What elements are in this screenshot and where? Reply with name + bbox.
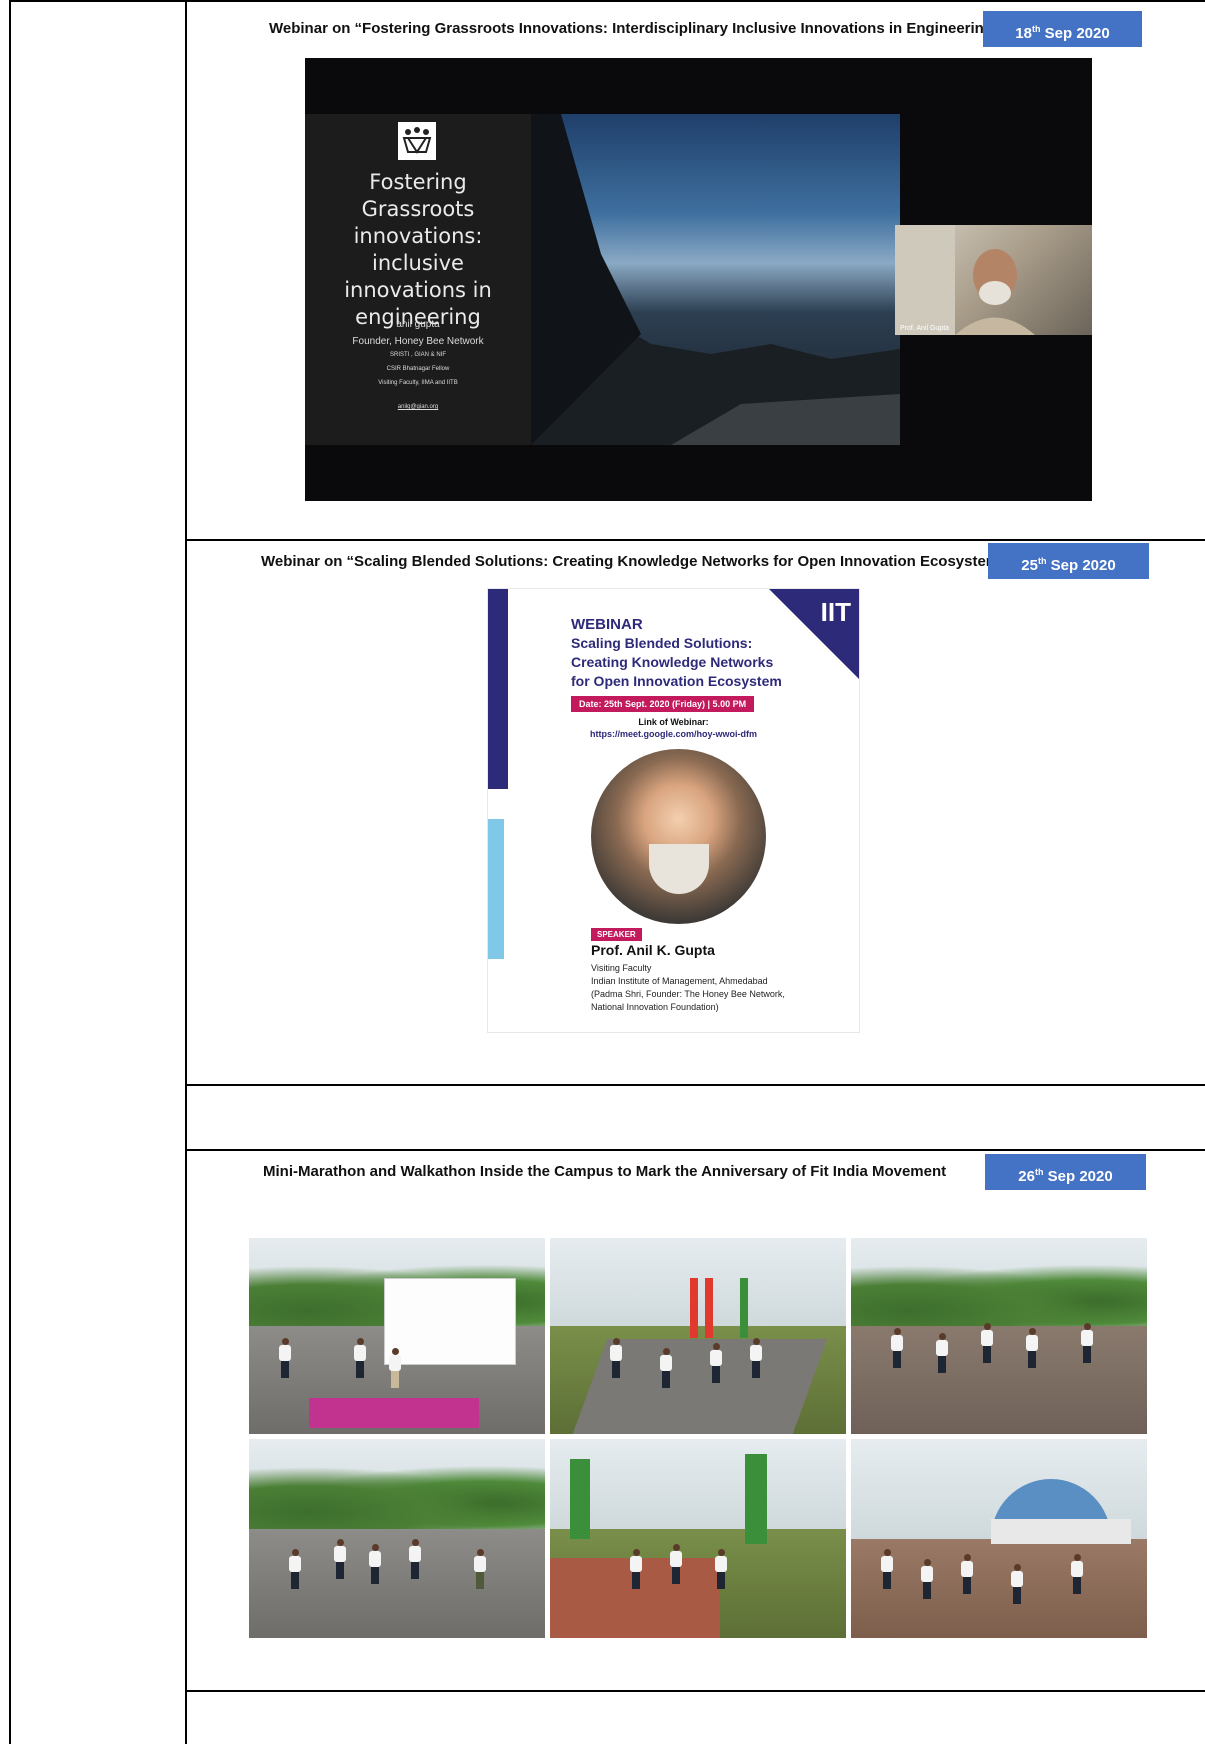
event-photo <box>550 1238 846 1434</box>
date-rest: Sep 2020 <box>1046 557 1116 574</box>
event-caption: Webinar on “Scaling Blended Solutions: C… <box>261 553 1007 570</box>
row-divider <box>185 1084 1205 1086</box>
event-date-badge: 25th Sep 2020 <box>988 543 1149 579</box>
speaker-beard <box>649 844 709 894</box>
slide-presenter: anil gupta <box>396 319 440 330</box>
slide-landscape-photo <box>531 114 900 445</box>
event-caption: Webinar on “Fostering Grassroots Innovat… <box>269 20 1001 37</box>
event-caption: Mini-Marathon and Walkathon Inside the C… <box>263 1163 947 1180</box>
poster-link: https://meet.google.com/hoy-wwoi-dfm <box>590 729 757 739</box>
slide-affiliation: SRISTI , GIAN & NIF <box>389 352 446 358</box>
speaker-photo <box>591 749 766 924</box>
webinar-poster: IIT WEBINAR Scaling Blended Solutions: C… <box>487 588 860 1033</box>
event-photo <box>249 1439 545 1638</box>
table-border-top <box>9 0 1205 2</box>
event-photo <box>249 1238 545 1434</box>
poster-link-label: Link of Webinar: <box>638 717 709 727</box>
event-date-badge: 18th Sep 2020 <box>983 11 1142 47</box>
slide-email: anilg@gian.org <box>397 404 439 410</box>
honey-bee-logo-icon <box>398 122 436 160</box>
slide-title: Fostering Grassroots innovations: inclus… <box>344 170 492 329</box>
slide-text-panel: Fostering Grassroots innovations: inclus… <box>305 114 531 445</box>
poster-title: Scaling Blended Solutions: Creating Know… <box>571 635 782 689</box>
participant-name: Prof. Anil Gupta <box>900 325 950 332</box>
event-photo <box>550 1439 846 1638</box>
speaker-line: National Innovation Foundation) <box>591 1002 719 1012</box>
poster-accent-stripe <box>488 819 504 959</box>
event-date-badge: 26th Sep 2020 <box>985 1154 1146 1190</box>
event-photo <box>851 1439 1147 1638</box>
iit-logo: IIT <box>820 597 851 627</box>
speaker-tag: SPEAKER <box>591 928 642 941</box>
row-divider <box>185 539 1205 541</box>
webinar-screenshot: Fostering Grassroots innovations: inclus… <box>305 58 1092 501</box>
speaker-line: (Padma Shri, Founder: The Honey Bee Netw… <box>591 989 785 999</box>
slide-role: Founder, Honey Bee Network <box>352 336 484 347</box>
speaker-name: Prof. Anil K. Gupta <box>591 942 715 958</box>
event-photo <box>851 1238 1147 1434</box>
date-rest: Sep 2020 <box>1040 25 1110 42</box>
speaker-line: Indian Institute of Management, Ahmedaba… <box>591 976 768 986</box>
row-divider <box>185 1690 1205 1692</box>
slide-faculty: Visiting Faculty, IIMA and IITB <box>378 380 458 386</box>
date-day: 18 <box>1015 25 1032 42</box>
table-column-divider <box>185 0 187 1744</box>
date-rest: Sep 2020 <box>1043 1168 1113 1185</box>
poster-date: Date: 25th Sept. 2020 (Friday) | 5.00 PM <box>571 696 755 712</box>
date-day: 26 <box>1018 1168 1035 1185</box>
row-divider <box>185 1149 1205 1151</box>
participant-video-tile: Prof. Anil Gupta <box>895 225 1092 335</box>
poster-accent-stripe <box>488 589 508 789</box>
speaker-line: Visiting Faculty <box>591 963 652 973</box>
date-day: 25 <box>1021 557 1038 574</box>
speaker-description: Visiting Faculty Indian Institute of Man… <box>591 962 851 1014</box>
slide-fellowship: CSIR Bhatnagar Fellow <box>386 366 450 372</box>
table-border-left <box>9 0 11 1744</box>
poster-kicker: WEBINAR <box>571 616 643 633</box>
